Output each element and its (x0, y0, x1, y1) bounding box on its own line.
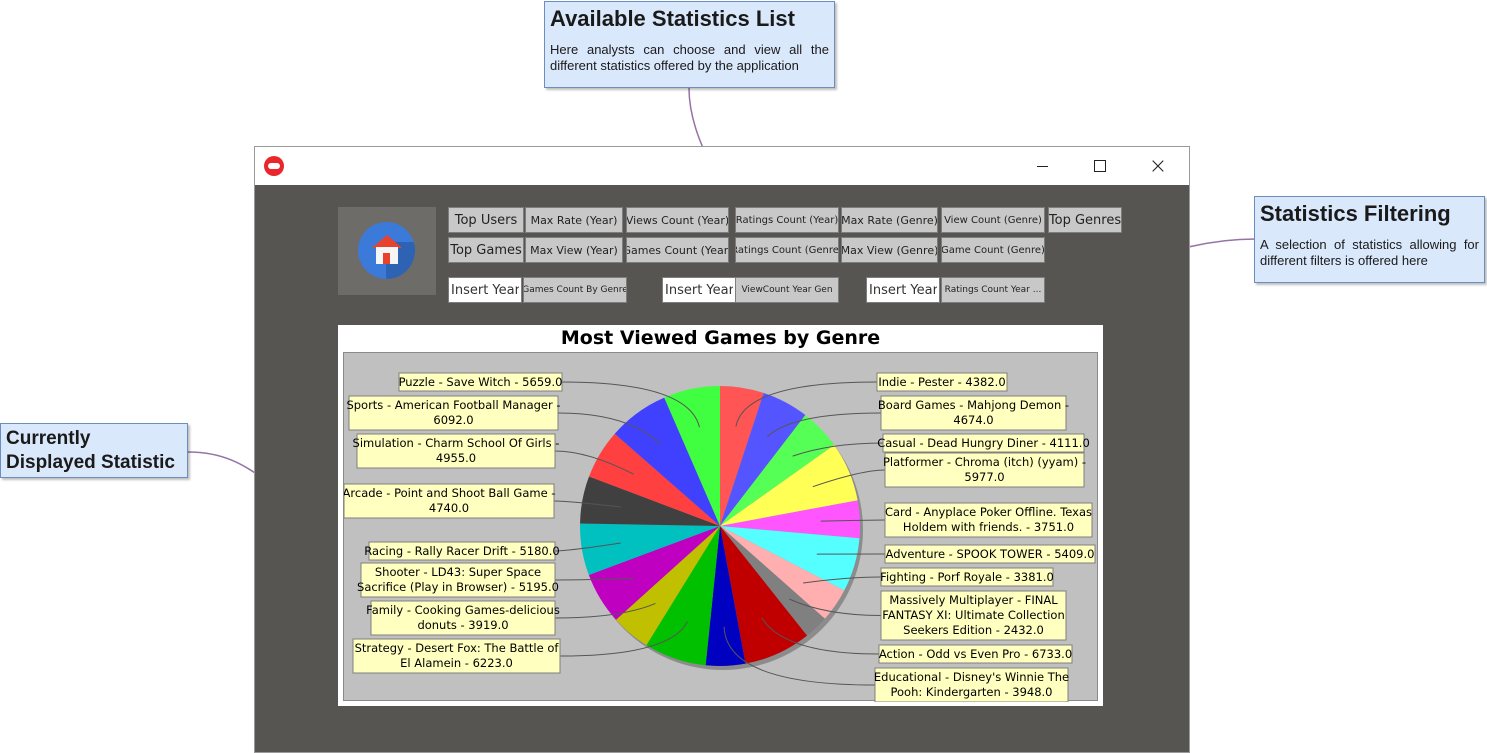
pie-label: Indie - Pester - 4382.0 (876, 372, 1008, 392)
minimize-icon (1036, 165, 1048, 167)
pie-label-text: 4740.0 (429, 501, 469, 515)
maximize-button[interactable] (1071, 147, 1129, 185)
callout-stats-list-title: Available Statistics List (550, 6, 795, 31)
callout-filtering: Statistics Filtering A selection of stat… (1254, 196, 1485, 283)
callout-filtering-body: A selection of statistics allowing for d… (1260, 237, 1479, 268)
pie-label: Fighting - Porf Royale - 3381.0 (880, 567, 1054, 587)
callout-filtering-title: Statistics Filtering (1260, 201, 1451, 226)
pie-label-text: 5977.0 (964, 470, 1004, 484)
max-view-genre-button[interactable]: Max View (Genre) (841, 237, 938, 263)
pie-label: Action - Odd vs Even Pro - 6733.0 (878, 644, 1073, 664)
top-genres-button[interactable]: Top Genres (1048, 207, 1122, 233)
pie-label-text: Casual - Dead Hungry Diner - 4111.0 (877, 436, 1090, 450)
pie-label: Card - Anyplace Poker Offline. TexasHold… (884, 502, 1093, 538)
pie-label-text: Educational - Disney's Winnie The (874, 670, 1069, 684)
pie-label-text: Puzzle - Save Witch - 5659.0 (399, 375, 563, 389)
pie-label-text: 6092.0 (433, 413, 473, 427)
pie-label-text: Sports - American Football Manager - (346, 398, 560, 412)
pie-label: Adventure - SPOOK TOWER - 5409.0 (884, 544, 1096, 564)
pie-label: Strategy - Desert Fox: The Battle ofEl A… (352, 638, 561, 674)
pie-label: Sports - American Football Manager -6092… (346, 395, 561, 431)
pie-label-text: 4674.0 (953, 413, 993, 427)
viewcount-year-gen-button[interactable]: ViewCount Year Gen (735, 277, 839, 303)
view-count-genre-button[interactable]: View Count (Genre) (941, 207, 1045, 233)
pie-chart: Indie - Pester - 4382.0 Board Games - Mah… (344, 372, 1096, 702)
gamepad-icon (264, 156, 284, 176)
pie-label-text: Family - Cooking Games-delicious (366, 603, 560, 617)
max-rate-year-button[interactable]: Max Rate (Year) (525, 207, 623, 233)
pie-label-text: Fighting - Porf Royale - 3381.0 (880, 570, 1054, 584)
views-count-year-button[interactable]: Views Count (Year) (626, 207, 729, 233)
pie-label-text: Shooter - LD43: Super Space (375, 565, 541, 579)
top-games-button[interactable]: Top Games (448, 237, 524, 263)
ratings-count-genre-button[interactable]: Ratings Count (Genre) (735, 237, 839, 263)
pie-label-text: Board Games - Mahjong Demon - (878, 398, 1069, 412)
main-content: Top Users Max Rate (Year) Views Count (Y… (255, 185, 1189, 752)
callout-stats-list-body: Here analysts can choose and view all th… (550, 42, 829, 73)
app-window: × Top Users Max Rate (Year) Views Count … (254, 146, 1190, 753)
pie-label-text: donuts - 3919.0 (417, 618, 508, 632)
home-icon (358, 222, 415, 279)
pie-label-text: Pooh: Kindergarten - 3948.0 (891, 685, 1053, 699)
year-input-view-count[interactable] (662, 277, 736, 303)
pie-label-text: Sacrifice (Play in Browser) - 5195.0 (357, 580, 559, 594)
pie-label: Shooter - LD43: Super SpaceSacrifice (Pl… (357, 562, 559, 598)
pie-label-text: Adventure - SPOOK TOWER - 5409.0 (886, 547, 1095, 561)
pie-label-text: Holdem with friends. - 3751.0 (903, 520, 1074, 534)
pie-label: Massively Multiplayer - FINALFANTASY XI:… (880, 590, 1067, 641)
max-view-year-button[interactable]: Max View (Year) (525, 237, 623, 263)
chart-panel: Most Viewed Games by Genre Indie - Peste… (338, 325, 1103, 706)
pie-label-text: Racing - Rally Racer Drift - 5180.0 (364, 544, 559, 558)
pie-label: Casual - Dead Hungry Diner - 4111.0 (877, 433, 1090, 453)
max-rate-genre-button[interactable]: Max Rate (Genre) (841, 207, 938, 233)
callout-current-title-line2: Displayed Statistic (6, 452, 175, 473)
pie-label-text: 4955.0 (436, 451, 476, 465)
pie-label: Educational - Disney's Winnie ThePooh: K… (874, 667, 1069, 702)
pie-label: Family - Cooking Games-deliciousdonuts -… (366, 600, 560, 636)
pie-label-text: FANTASY XI: Ultimate Collection (882, 608, 1065, 622)
year-input-ratings-count[interactable] (866, 277, 940, 303)
pie-label-text: Indie - Pester - 4382.0 (878, 375, 1005, 389)
ratings-count-year-button[interactable]: Ratings Count (Year) (735, 207, 839, 233)
pie-label-text: Action - Odd vs Even Pro - 6733.0 (879, 647, 1072, 661)
home-button[interactable] (338, 207, 436, 295)
top-users-button[interactable]: Top Users (448, 207, 524, 233)
callout-current: Currently Displayed Statistic (0, 423, 188, 478)
home-icon-door (383, 253, 390, 264)
pie-label-text: Arcade - Point and Shoot Ball Game - (344, 486, 555, 500)
close-button[interactable]: × (1129, 147, 1187, 185)
close-icon: × (1148, 153, 1168, 179)
games-count-by-genre-button[interactable]: Games Count By Genre (523, 277, 627, 303)
pie-label-text: Strategy - Desert Fox: The Battle of (355, 641, 560, 655)
game-count-genre-button[interactable]: Game Count (Genre) (941, 237, 1045, 263)
title-bar: × (255, 147, 1189, 185)
pie-label: Puzzle - Save Witch - 5659.0 (398, 372, 563, 392)
pie-label: Board Games - Mahjong Demon -4674.0 (878, 395, 1069, 431)
pie-label: Racing - Rally Racer Drift - 5180.0 (364, 541, 560, 561)
callout-current-title-line1: Currently (6, 428, 91, 449)
chart-title: Most Viewed Games by Genre (560, 327, 881, 349)
minimize-button[interactable] (1013, 147, 1071, 185)
pie-label: Arcade - Point and Shoot Ball Game -4740… (344, 483, 555, 519)
ratings-count-year-genre-button[interactable]: Ratings Count Year ... (941, 277, 1045, 303)
callout-stats-list: Available Statistics List Here analysts … (544, 1, 835, 88)
pie-label-text: El Alamein - 6223.0 (400, 656, 513, 670)
pie-label-text: Platformer - Chroma (itch) (yyam) - (883, 455, 1086, 469)
games-count-year-button[interactable]: Games Count (Year) (626, 237, 729, 263)
year-input-games-count[interactable] (448, 277, 522, 303)
plot-area: Indie - Pester - 4382.0 Board Games - Mah… (343, 352, 1098, 702)
pie-label: Simulation - Charm School Of Girls -4955… (353, 433, 560, 469)
pie-label-text: Card - Anyplace Poker Offline. Texas (885, 505, 1092, 519)
pie-label-text: Simulation - Charm School Of Girls - (353, 436, 560, 450)
pie-label-text: Massively Multiplayer - FINAL (889, 593, 1058, 607)
maximize-icon (1094, 160, 1106, 172)
pie-label-text: Seekers Edition - 2432.0 (903, 623, 1044, 637)
pie-label: Platformer - Chroma (itch) (yyam) -5977.… (883, 452, 1086, 488)
